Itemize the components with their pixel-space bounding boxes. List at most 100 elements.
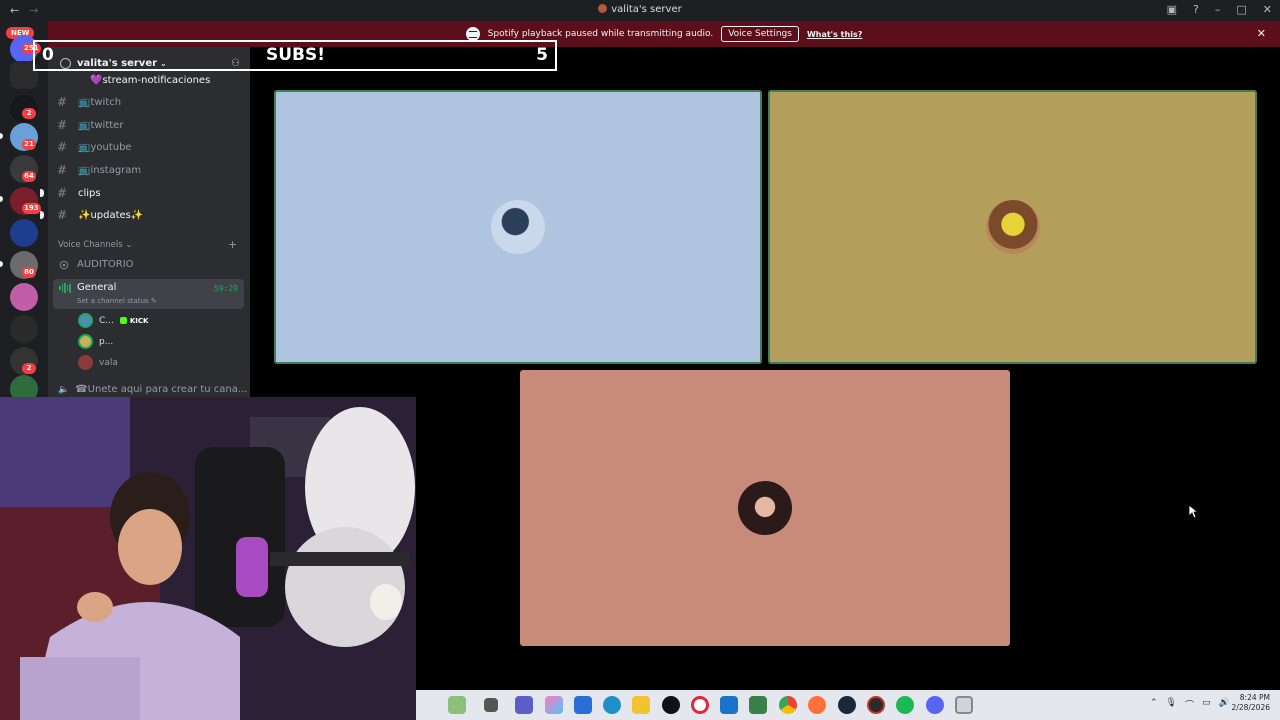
steam-icon[interactable] bbox=[838, 696, 856, 714]
pencil-icon: ✎ bbox=[150, 297, 157, 305]
file-explorer-icon[interactable] bbox=[484, 698, 498, 712]
chevron-down-icon: ⌄ bbox=[125, 240, 133, 250]
network-icon[interactable]: ▭ bbox=[1202, 698, 1211, 711]
webcam-image bbox=[0, 397, 416, 720]
hash-icon: # bbox=[56, 140, 68, 154]
subs-counter-overlay: 0 SUBS! 5 bbox=[33, 40, 557, 71]
add-channel-icon[interactable]: + bbox=[228, 238, 237, 251]
mention-badge: 80 bbox=[22, 267, 36, 278]
avatar bbox=[78, 334, 93, 349]
channel-status-input[interactable]: Set a channel status ✎ bbox=[77, 297, 157, 305]
inbox-icon[interactable]: ▣ bbox=[1167, 3, 1177, 16]
copilot-icon[interactable] bbox=[545, 696, 563, 714]
channel-twitch[interactable]: # 📺twitch bbox=[48, 92, 236, 112]
title-bar: ← → valita's server ▣ ? – □ ✕ bbox=[0, 0, 1280, 21]
tiktok-icon[interactable] bbox=[662, 696, 680, 714]
app-icon[interactable] bbox=[749, 696, 767, 714]
unread-indicator bbox=[40, 189, 44, 197]
window-controls: ▣ ? – □ ✕ bbox=[1167, 3, 1272, 16]
hash-icon: # bbox=[56, 95, 68, 109]
channel-label: 📺twitter bbox=[78, 119, 124, 131]
channel-label: General bbox=[77, 282, 117, 293]
avatar bbox=[78, 355, 93, 370]
voice-channel-create[interactable]: 🔈 ☎Unete aqui para crear tu cana... bbox=[58, 384, 247, 395]
status-placeholder: Set a channel status bbox=[77, 297, 149, 305]
wifi-icon[interactable]: ⌒ bbox=[1185, 698, 1194, 711]
server-icon bbox=[598, 4, 608, 13]
hash-icon: # bbox=[56, 186, 68, 200]
maximize-icon[interactable]: □ bbox=[1236, 3, 1246, 16]
category-label: Voice Channels bbox=[58, 240, 123, 250]
channel-label: 📺youtube bbox=[78, 141, 132, 153]
video-tile-participant-3[interactable] bbox=[520, 370, 1010, 646]
channel-instagram[interactable]: # 📺instagram bbox=[48, 160, 236, 180]
channel-clips[interactable]: # clips bbox=[40, 183, 236, 203]
voice-member[interactable]: vala bbox=[78, 355, 118, 370]
channel-label: 📺twitch bbox=[78, 96, 122, 108]
firefox-icon[interactable] bbox=[808, 696, 826, 714]
obs-icon[interactable] bbox=[867, 696, 885, 714]
speaker-icon: 🔈 bbox=[58, 384, 70, 395]
window-title-text: valita's server bbox=[611, 4, 682, 15]
subs-goal-count: 5 bbox=[536, 45, 548, 65]
folder-icon[interactable] bbox=[632, 696, 650, 714]
clock-time: 8:24 PM bbox=[1239, 693, 1270, 702]
clock-date: 2/28/2026 bbox=[1231, 703, 1270, 712]
kick-badge: KICK bbox=[120, 317, 149, 325]
video-tile-participant-2[interactable] bbox=[768, 90, 1257, 364]
whats-this-link[interactable]: What's this? bbox=[807, 30, 862, 39]
opera-icon[interactable] bbox=[691, 696, 709, 714]
spotify-icon[interactable] bbox=[896, 696, 914, 714]
voice-member[interactable]: C... KICK bbox=[78, 313, 148, 328]
microphone-icon[interactable]: 🎙 bbox=[1166, 698, 1177, 711]
avatar bbox=[738, 481, 792, 535]
chevron-up-icon[interactable]: ⌃ bbox=[1150, 698, 1158, 711]
unread-indicator bbox=[40, 211, 44, 219]
stage-icon bbox=[59, 260, 69, 269]
voice-channels-category[interactable]: Voice Channels ⌄ bbox=[58, 240, 132, 250]
channel-label: 💜stream-notificaciones bbox=[90, 74, 211, 86]
close-window-icon[interactable]: ✕ bbox=[1263, 3, 1272, 16]
channel-twitter[interactable]: # 📺twitter bbox=[48, 115, 236, 135]
voice-settings-button[interactable]: Voice Settings bbox=[721, 26, 799, 42]
voice-activity-icon bbox=[59, 283, 71, 293]
channel-partial[interactable]: 💜stream-notificaciones bbox=[56, 70, 244, 90]
volume-icon[interactable]: 🔊 bbox=[1219, 698, 1230, 711]
widgets-icon[interactable] bbox=[448, 696, 466, 714]
channel-updates[interactable]: # ✨updates✨ bbox=[40, 205, 236, 225]
close-icon[interactable]: ✕ bbox=[1257, 27, 1266, 40]
teams-icon[interactable] bbox=[515, 696, 533, 714]
hash-icon: # bbox=[56, 118, 68, 132]
avatar bbox=[985, 200, 1040, 254]
unread-pip bbox=[0, 261, 3, 267]
channel-label: ✨updates✨ bbox=[78, 209, 144, 221]
server-icon-7[interactable] bbox=[10, 219, 38, 247]
edge-icon[interactable] bbox=[603, 696, 621, 714]
video-tile-participant-1[interactable] bbox=[274, 90, 762, 364]
mention-badge: 64 bbox=[22, 171, 36, 182]
clock[interactable]: 8:24 PM 2/28/2026 bbox=[1232, 693, 1270, 713]
window-title: valita's server bbox=[0, 4, 1280, 15]
app-icon[interactable] bbox=[955, 696, 973, 714]
webcam-feed bbox=[0, 397, 416, 720]
avatar bbox=[78, 313, 93, 328]
chrome-icon[interactable] bbox=[779, 696, 797, 714]
minimize-icon[interactable]: – bbox=[1215, 3, 1221, 16]
voice-channel-auditorio[interactable]: AUDITORIO bbox=[58, 259, 134, 270]
voice-channel-general[interactable]: General 59:29 Set a channel status ✎ bbox=[53, 279, 244, 309]
help-icon[interactable]: ? bbox=[1193, 3, 1199, 16]
outlook-icon[interactable] bbox=[720, 696, 738, 714]
voice-member[interactable]: p... bbox=[78, 334, 113, 349]
spotify-icon bbox=[465, 27, 480, 41]
mention-badge: 2 bbox=[22, 363, 36, 374]
system-tray: ⌃ 🎙 ⌒ ▭ 🔊 bbox=[1150, 698, 1230, 711]
server-icon-10[interactable] bbox=[10, 315, 38, 343]
member-name: C... bbox=[99, 315, 114, 326]
notice-text: Spotify playback paused while transmitti… bbox=[487, 29, 714, 39]
channel-youtube[interactable]: # 📺youtube bbox=[48, 137, 236, 157]
server-icon-9[interactable] bbox=[10, 283, 38, 311]
subs-current-count: 0 bbox=[42, 45, 54, 65]
discord-icon[interactable] bbox=[926, 696, 944, 714]
mouse-cursor-icon bbox=[1188, 504, 1198, 519]
store-icon[interactable] bbox=[574, 696, 592, 714]
